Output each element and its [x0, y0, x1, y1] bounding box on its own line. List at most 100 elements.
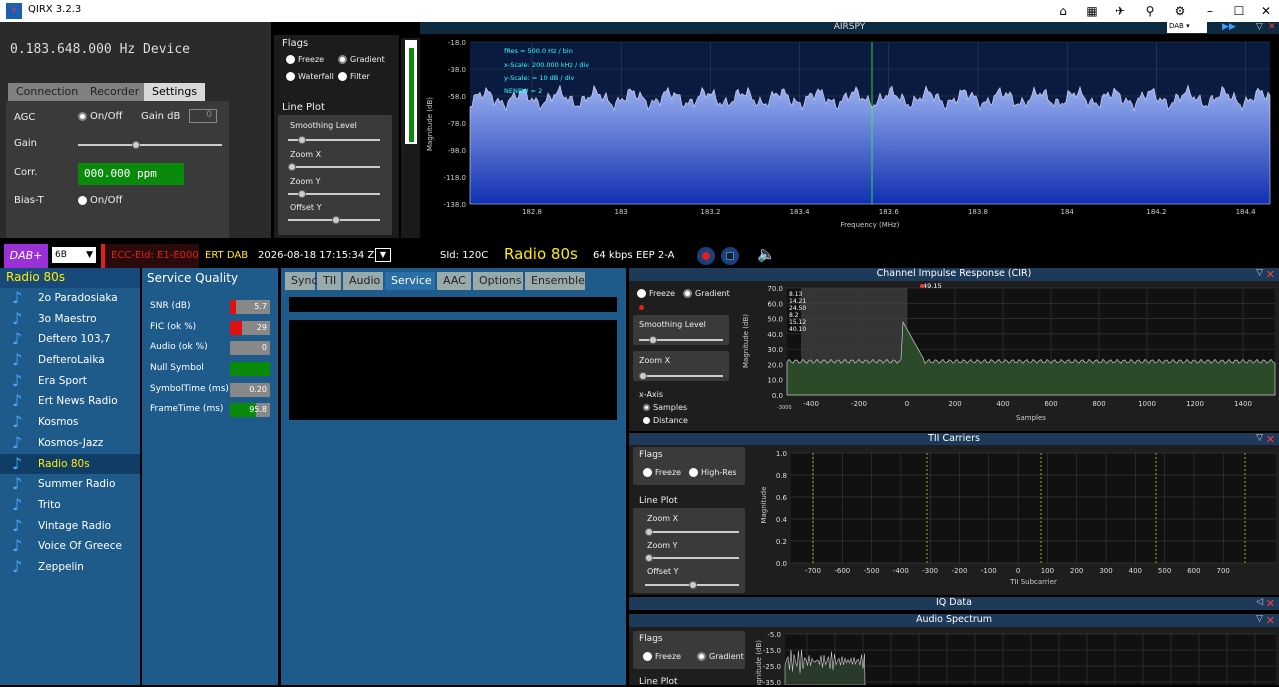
tii-xtick: 300: [1099, 567, 1112, 575]
service-item[interactable]: ♪ Kosmos-Jazz: [0, 433, 140, 454]
service-item-label: Ert News Radio: [38, 395, 118, 408]
cir-panel: Freeze Gradient Smoothing Level Zoom X x…: [629, 281, 1279, 431]
biast-label: Bias-T: [14, 195, 44, 206]
smoothing-knob[interactable]: [298, 136, 306, 144]
gain-slider[interactable]: [78, 141, 222, 149]
flags-title: Flags: [282, 38, 309, 49]
center-tab[interactable]: Options: [473, 272, 523, 290]
tii-freeze-option[interactable]: Freeze: [643, 468, 681, 477]
tii-highres-option[interactable]: High-Res: [689, 468, 737, 477]
minimize-button[interactable]: –: [1200, 2, 1220, 20]
home-icon[interactable]: ⌂: [1053, 2, 1073, 20]
dab-select[interactable]: DAB ▾: [1167, 22, 1207, 33]
close-airspy-icon[interactable]: ✕: [1268, 22, 1276, 32]
record-button[interactable]: [697, 247, 715, 265]
service-item[interactable]: ♪ Trito: [0, 495, 140, 516]
service-item[interactable]: ♪ Kosmos: [0, 412, 140, 433]
tab-settings[interactable]: Settings: [144, 83, 206, 101]
speaker-icon[interactable]: 🔈: [757, 245, 776, 263]
mic-icon[interactable]: ⚲: [1140, 2, 1160, 20]
close-icon[interactable]: ✕: [1266, 268, 1275, 281]
audio-freeze-option[interactable]: Freeze: [643, 652, 681, 661]
filter-option[interactable]: Filter: [338, 72, 370, 81]
zoomx-knob[interactable]: [288, 163, 296, 171]
smoothing-slider[interactable]: [288, 136, 380, 144]
airspy-info: y-Scale: = 10 dB / div: [504, 74, 575, 82]
center-tab[interactable]: Sync: [285, 272, 318, 290]
zoomy-knob[interactable]: [298, 190, 306, 198]
audio-gradient-option[interactable]: Gradient: [697, 652, 744, 661]
quality-value: 5.7: [230, 300, 270, 314]
center-tab[interactable]: Service: [385, 272, 435, 290]
close-icon[interactable]: ✕: [1266, 614, 1275, 627]
service-item[interactable]: ♪ 2o Paradosiaka: [0, 288, 140, 309]
agc-toggle-label: On/Off: [90, 111, 123, 122]
cir-zoomx-slider[interactable]: [639, 372, 723, 380]
zoomx-label: Zoom X: [290, 150, 322, 159]
filter-icon[interactable]: ▽: [1256, 22, 1263, 32]
tii-ytick: 0.6: [776, 494, 788, 502]
agc-toggle[interactable]: On/Off: [78, 111, 122, 122]
service-item[interactable]: ♪ Deftero 103,7: [0, 329, 140, 350]
center-tab[interactable]: Ensemble: [525, 272, 585, 290]
zoomx-slider[interactable]: [288, 163, 380, 171]
waterfall-option[interactable]: Waterfall: [286, 72, 334, 81]
tii-zoomx-slider[interactable]: [645, 528, 739, 536]
cir-samples-option[interactable]: Samples: [643, 403, 687, 412]
zoomy-slider[interactable]: [288, 190, 380, 198]
quality-value: 95.8: [230, 403, 270, 418]
tab-connection[interactable]: Connection: [8, 83, 87, 101]
cir-gradient-option[interactable]: Gradient: [683, 289, 730, 298]
gradient-option[interactable]: Gradient: [338, 55, 385, 64]
service-item[interactable]: ♪ Radio 80s: [0, 453, 140, 475]
cir-smoothing-knob[interactable]: [649, 336, 657, 344]
cir-smoothing-slider[interactable]: [639, 336, 723, 344]
cir-freeze-option[interactable]: Freeze: [637, 289, 675, 298]
corr-input[interactable]: 000.000 ppm: [78, 163, 184, 185]
gear-icon[interactable]: ⚙: [1170, 2, 1190, 20]
close-icon[interactable]: ✕: [1266, 597, 1275, 610]
tii-offsety-slider[interactable]: [645, 581, 739, 589]
offsety-knob[interactable]: [332, 216, 340, 224]
freeze-option[interactable]: Freeze: [286, 55, 324, 64]
filter-icon[interactable]: ▽: [1256, 433, 1263, 443]
biast-toggle[interactable]: On/Off: [78, 195, 122, 206]
collapse-icon[interactable]: ◁: [1256, 597, 1263, 607]
tii-zoomx-knob[interactable]: [645, 528, 653, 536]
center-tab[interactable]: Audio: [343, 272, 383, 290]
airspy-xtick: 184.4: [1236, 208, 1257, 216]
service-item[interactable]: ♪ Summer Radio: [0, 474, 140, 495]
airspy-info: fRes = 500.0 Hz / bin: [504, 47, 573, 55]
service-item[interactable]: ♪ Vintage Radio: [0, 516, 140, 537]
filter-icon[interactable]: ▽: [1256, 614, 1263, 624]
gain-db-input[interactable]: 0: [189, 109, 217, 123]
maximize-button[interactable]: ☐: [1229, 2, 1249, 20]
gain-slider-knob[interactable]: [132, 141, 140, 149]
channel-select[interactable]: 6B ▼: [52, 247, 96, 263]
cir-zoomx-knob[interactable]: [639, 372, 647, 380]
service-item[interactable]: ♪ Zeppelin: [0, 557, 140, 578]
quality-value: [230, 362, 270, 377]
service-item[interactable]: ♪ DefteroLaika: [0, 350, 140, 371]
dropdown-icon[interactable]: ▼: [375, 248, 391, 262]
cir-marker-label: 14.21: [789, 298, 806, 305]
music-note-icon: ♪: [12, 536, 23, 556]
play-icon[interactable]: ▶▶: [1222, 22, 1236, 32]
offsety-slider[interactable]: [288, 216, 380, 224]
center-tab[interactable]: TII: [317, 272, 341, 290]
stop-button[interactable]: [721, 247, 739, 265]
tii-zoomy-slider[interactable]: [645, 554, 739, 562]
service-item[interactable]: ♪ Era Sport: [0, 371, 140, 392]
filter-icon[interactable]: ▽: [1256, 268, 1263, 278]
satellite-icon[interactable]: ✈: [1110, 2, 1130, 20]
close-button[interactable]: ✕: [1256, 2, 1276, 20]
tii-zoomy-knob[interactable]: [645, 554, 653, 562]
service-item[interactable]: ♪ Ert News Radio: [0, 391, 140, 412]
map-icon[interactable]: ▦: [1082, 2, 1102, 20]
cir-distance-option[interactable]: Distance: [643, 416, 688, 425]
tab-recorder[interactable]: Recorder: [82, 83, 148, 101]
center-tab[interactable]: AAC: [437, 272, 471, 290]
tii-offsety-knob[interactable]: [689, 581, 697, 589]
service-item[interactable]: ♪ 3o Maestro: [0, 309, 140, 330]
service-item[interactable]: ♪ Voice Of Greece: [0, 536, 140, 557]
